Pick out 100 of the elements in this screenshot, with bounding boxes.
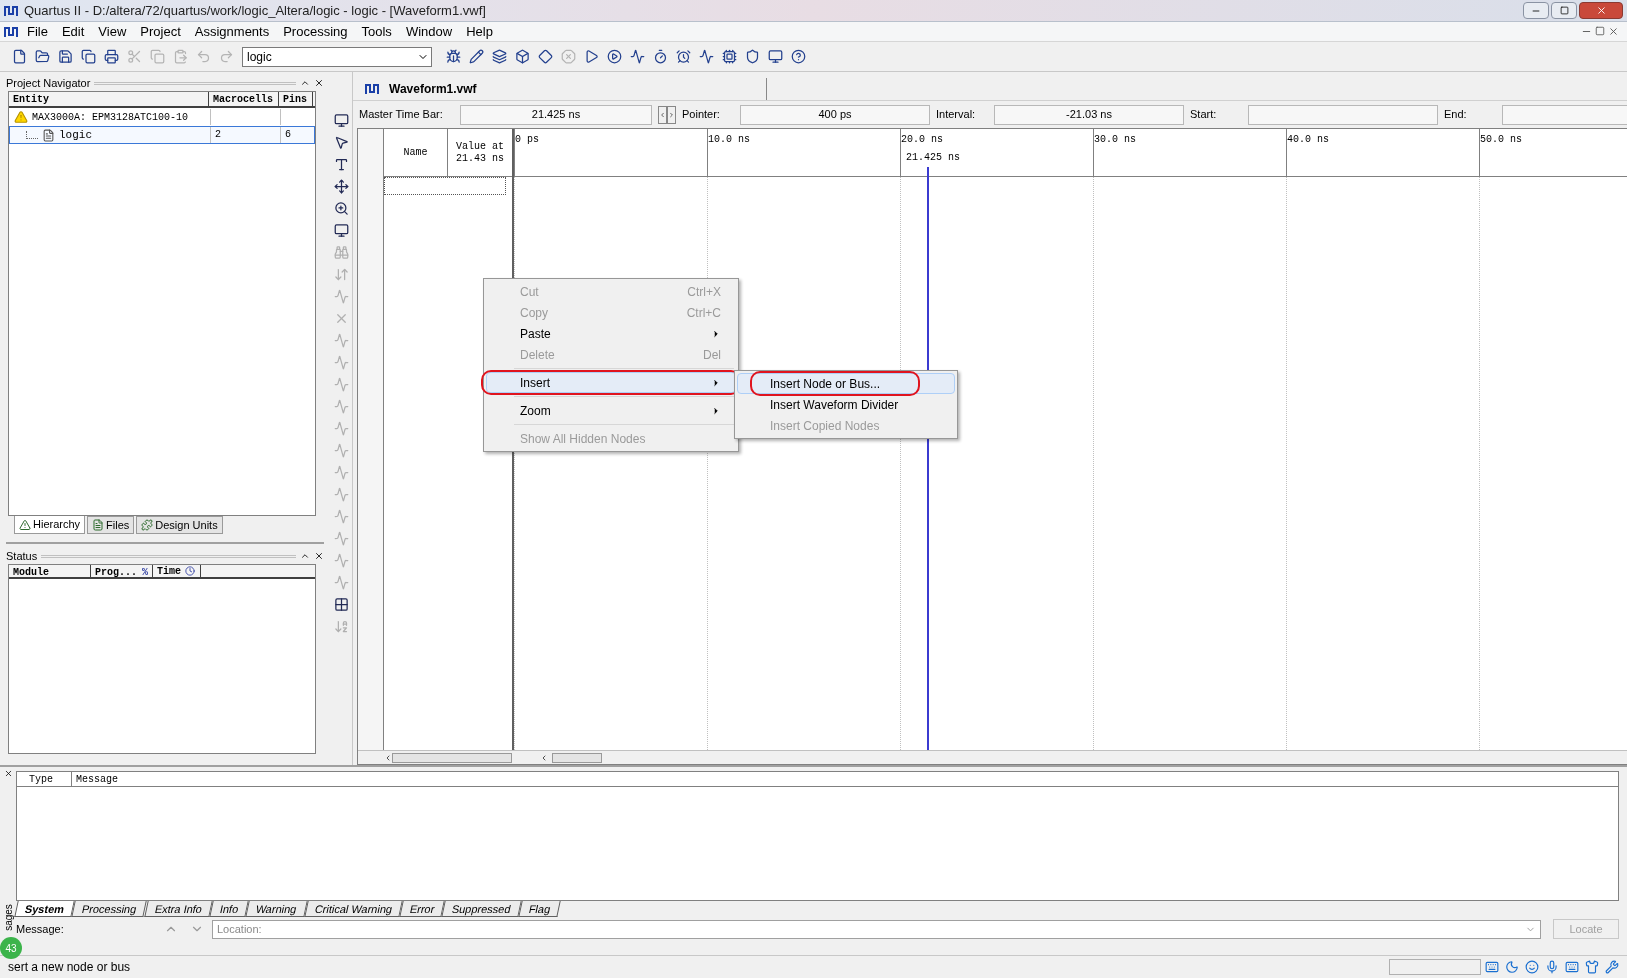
message-tab[interactable]: Warning bbox=[245, 901, 308, 917]
tool-icon bbox=[172, 49, 188, 64]
menu-item[interactable]: Processing bbox=[276, 21, 355, 42]
message-tab[interactable]: Processing bbox=[71, 901, 148, 917]
tool-icon bbox=[333, 157, 349, 172]
menu-item[interactable]: Help bbox=[459, 21, 500, 42]
message-tab[interactable]: Suppressed bbox=[441, 901, 522, 917]
tray-icon[interactable] bbox=[1605, 960, 1619, 974]
tray-icon[interactable] bbox=[1525, 960, 1539, 974]
message-tab[interactable]: Error bbox=[399, 901, 445, 917]
menu-item[interactable]: Project bbox=[133, 21, 188, 42]
tool-icon bbox=[103, 49, 119, 64]
tool-icon bbox=[80, 49, 96, 64]
tree-row[interactable]: logic 2 6 bbox=[9, 126, 315, 144]
tool-icon bbox=[333, 553, 349, 568]
location-field[interactable]: Location: bbox=[212, 919, 1541, 939]
node-placeholder-row[interactable] bbox=[384, 177, 506, 195]
column-header[interactable]: Entity bbox=[9, 92, 209, 106]
collapse-icon[interactable] bbox=[300, 78, 310, 88]
menu-item[interactable]: Zoom bbox=[486, 400, 736, 421]
column-header[interactable]: Type bbox=[17, 772, 72, 786]
previous-button[interactable] bbox=[658, 105, 667, 124]
column-header[interactable]: Prog... bbox=[95, 565, 137, 577]
tool-icon bbox=[333, 531, 349, 546]
tool-icon bbox=[333, 443, 349, 458]
time-tick-label: 0 ps bbox=[515, 134, 539, 145]
tool-icon bbox=[333, 597, 349, 612]
message-tab[interactable]: Extra Info bbox=[143, 901, 213, 917]
next-button[interactable] bbox=[667, 105, 676, 124]
time-bar-field[interactable]: 21.425 ns bbox=[460, 104, 652, 125]
collapse-icon[interactable] bbox=[300, 551, 310, 561]
project-combo[interactable]: logic bbox=[242, 46, 432, 67]
menu-item[interactable]: Assignments bbox=[187, 21, 277, 42]
close-icon[interactable] bbox=[314, 551, 324, 561]
menu-item[interactable]: Insert Node or Bus... bbox=[737, 373, 955, 394]
tool-icon bbox=[468, 49, 484, 64]
column-header[interactable]: Module bbox=[9, 565, 91, 577]
tray-icon[interactable] bbox=[1545, 960, 1559, 974]
tool-icon bbox=[149, 49, 165, 64]
column-header[interactable]: Macrocells bbox=[209, 92, 279, 106]
column-header[interactable]: Pins bbox=[279, 92, 313, 106]
entity-name: logic bbox=[59, 127, 92, 143]
close-icon[interactable] bbox=[1608, 26, 1619, 37]
message-tab[interactable]: Info bbox=[208, 901, 249, 917]
column-header[interactable]: Time bbox=[157, 563, 181, 579]
tool-icon bbox=[606, 49, 622, 64]
scrollbar-thumb[interactable] bbox=[552, 752, 602, 763]
menu-item[interactable]: Window bbox=[398, 21, 460, 42]
message-tab[interactable]: Flag bbox=[518, 901, 562, 917]
message-tab[interactable]: Critical Warning bbox=[303, 901, 403, 917]
restore-button[interactable] bbox=[1551, 2, 1577, 19]
tab-icon bbox=[19, 518, 31, 531]
tray-icon[interactable] bbox=[1505, 960, 1519, 974]
tool-icon bbox=[767, 49, 783, 64]
close-icon[interactable] bbox=[3, 769, 13, 778]
menu-item[interactable]: Paste bbox=[486, 323, 736, 344]
waveform-icon bbox=[365, 82, 381, 96]
macrocells-value: 2 bbox=[210, 127, 280, 143]
tray-icon[interactable] bbox=[1485, 960, 1499, 974]
tool-icon bbox=[721, 49, 737, 64]
menu-item[interactable]: Insert Waveform Divider bbox=[737, 394, 955, 415]
tool-icon bbox=[537, 49, 553, 64]
close-icon bbox=[1595, 5, 1607, 16]
scrollbar-thumb[interactable] bbox=[392, 752, 512, 763]
column-header[interactable]: Value at 21.43 ns bbox=[448, 129, 512, 176]
tool-icon bbox=[57, 49, 73, 64]
scroll-left-icon[interactable] bbox=[540, 753, 548, 762]
menu-item[interactable]: Tools bbox=[354, 21, 399, 42]
tray-icon[interactable] bbox=[1565, 960, 1579, 974]
document-icon bbox=[4, 24, 20, 39]
time-bar-field[interactable]: 400 ps bbox=[740, 104, 930, 125]
close-button[interactable] bbox=[1579, 2, 1623, 19]
time-bar-field[interactable]: -21.03 ns bbox=[994, 104, 1184, 125]
restore-icon[interactable] bbox=[1595, 26, 1605, 36]
submenu-arrow-icon bbox=[711, 405, 721, 416]
time-bar-field[interactable] bbox=[1248, 104, 1438, 125]
menu-item[interactable]: Edit bbox=[54, 21, 92, 42]
time-bar-label: Master Time Bar: bbox=[359, 107, 444, 123]
tool-icon bbox=[790, 49, 806, 64]
column-header[interactable]: Name bbox=[384, 129, 448, 176]
menu-item[interactable]: View bbox=[91, 21, 134, 42]
tool-icon bbox=[333, 619, 349, 634]
tray-icon[interactable] bbox=[1585, 960, 1599, 974]
time-bar-field[interactable] bbox=[1502, 104, 1627, 125]
tree-row[interactable]: MAX3000A: EPM3128ATC100-10 bbox=[9, 108, 315, 126]
tool-icon bbox=[195, 49, 211, 64]
minimize-button[interactable] bbox=[1523, 2, 1549, 19]
panel-tab[interactable]: Files bbox=[87, 516, 135, 534]
scroll-left-icon[interactable] bbox=[384, 753, 392, 762]
column-header[interactable]: Message bbox=[72, 772, 118, 786]
message-tab[interactable]: System bbox=[14, 901, 75, 917]
tool-icon bbox=[126, 49, 142, 64]
close-icon[interactable] bbox=[314, 78, 324, 88]
panel-tab[interactable]: Hierarchy bbox=[14, 516, 86, 534]
submenu-arrow-icon bbox=[711, 328, 721, 339]
messages-side-label: sages bbox=[1, 904, 15, 931]
menu-item[interactable]: File bbox=[20, 21, 55, 42]
entity-name: MAX3000A: EPM3128ATC100-10 bbox=[32, 110, 189, 125]
tool-icon bbox=[333, 245, 349, 260]
panel-tab[interactable]: Design Units bbox=[136, 516, 223, 534]
